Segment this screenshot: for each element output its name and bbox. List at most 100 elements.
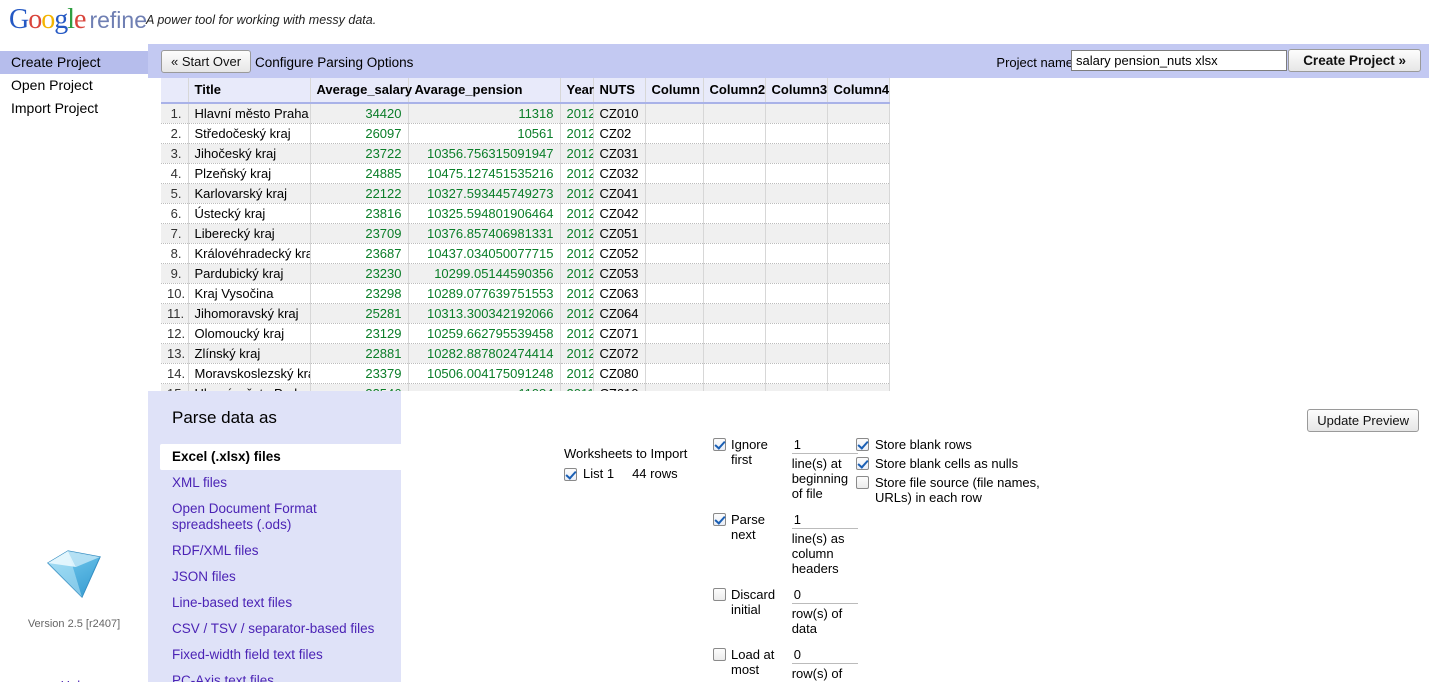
table-row[interactable]: 15.Hlavní město Praha33546110842011CZ010 bbox=[161, 383, 890, 391]
load-at-most-block: Load at most row(s) of data bbox=[713, 647, 858, 686]
table-row[interactable]: 2. Středočeský kraj 26097 10561 2012 CZ02 bbox=[161, 123, 890, 144]
cell-column2 bbox=[703, 183, 766, 204]
parse-format-excel-xlsx-files[interactable]: Excel (.xlsx) files bbox=[160, 444, 401, 470]
preview-table-container: Title Average_salary Avarage_pension Year NU… bbox=[148, 78, 1429, 391]
store-blank-rows-checkbox[interactable] bbox=[856, 438, 869, 451]
cell-year: 2012 bbox=[560, 103, 594, 124]
cell-year: 2012 bbox=[560, 323, 594, 344]
table-row[interactable]: 4. Plzeňský kraj 24885 10475.127451535216 20… bbox=[161, 163, 890, 184]
cell-column4 bbox=[827, 103, 890, 124]
update-preview-button[interactable]: Update Preview bbox=[1307, 409, 1419, 432]
worksheet-row: List 1 44 rows bbox=[564, 466, 714, 481]
toolbar: « Start Over Configure Parsing Options P… bbox=[148, 44, 1429, 78]
table-row[interactable]: 6. Ústecký kraj 23816 10325.594801906464 201… bbox=[161, 203, 890, 224]
tab-configure-parsing-options[interactable]: Configure Parsing Options bbox=[255, 55, 413, 70]
cell-year: 2012 bbox=[560, 363, 594, 384]
parse-next-hint: line(s) as column headers bbox=[791, 531, 845, 576]
store-blank-cells-checkbox[interactable] bbox=[856, 457, 869, 470]
cell-column bbox=[645, 143, 704, 164]
table-row[interactable]: 9. Pardubický kraj 23230 10299.05144590356 2… bbox=[161, 263, 890, 284]
cell-column2 bbox=[703, 323, 766, 344]
table-header-column4[interactable]: Column4 bbox=[827, 78, 890, 104]
ignore-first-input[interactable] bbox=[791, 437, 858, 454]
start-over-button[interactable]: « Start Over bbox=[161, 50, 252, 73]
store-blank-rows-row: Store blank rows bbox=[856, 437, 1106, 452]
table-header-index[interactable] bbox=[161, 78, 189, 104]
ignore-first-checkbox[interactable] bbox=[713, 438, 726, 451]
cell-column bbox=[645, 283, 704, 304]
table-row[interactable]: 8. Královéhradecký kraj 23687 10437.0340500… bbox=[161, 243, 890, 264]
parse-format-fixed-width-field-text-files[interactable]: Fixed-width field text files bbox=[160, 642, 401, 668]
cell-nuts: CZ064 bbox=[593, 303, 646, 324]
parse-data-as-title: Parse data as bbox=[172, 408, 277, 427]
table-row[interactable]: 12. Olomoucký kraj 23129 10259.662795539458… bbox=[161, 323, 890, 344]
cell-column2 bbox=[703, 283, 766, 304]
load-at-most-checkbox[interactable] bbox=[713, 648, 726, 661]
cell-column2 bbox=[703, 363, 766, 384]
table-header-title[interactable]: Title bbox=[188, 78, 311, 104]
row-index: 13. bbox=[161, 343, 189, 364]
cell-avarage-pension: 10313.300342192066 bbox=[408, 303, 561, 324]
parse-next-input[interactable] bbox=[791, 512, 858, 529]
cell-nuts: CZ010 bbox=[593, 383, 646, 391]
cell-column2 bbox=[703, 243, 766, 264]
worksheet-row-count: 44 rows bbox=[632, 466, 678, 481]
parse-next-block: Parse next line(s) as column headers bbox=[713, 512, 858, 576]
parse-next-checkbox[interactable] bbox=[713, 513, 726, 526]
google-refine-logo[interactable]: Google refine bbox=[9, 6, 147, 34]
discard-initial-input[interactable] bbox=[791, 587, 858, 604]
table-header-column[interactable]: Column bbox=[645, 78, 704, 104]
parse-format-json-files[interactable]: JSON files bbox=[160, 564, 401, 590]
table-row[interactable]: 14. Moravskoslezský kraj 23379 10506.004175… bbox=[161, 363, 890, 384]
cell-nuts: CZ080 bbox=[593, 363, 646, 384]
cell-title: Jihomoravský kraj bbox=[188, 303, 311, 324]
sidebar-item-import-project[interactable]: Import Project bbox=[0, 97, 148, 120]
row-index: 2. bbox=[161, 123, 189, 144]
table-row[interactable]: 11. Jihomoravský kraj 25281 10313.300342192… bbox=[161, 303, 890, 324]
cell-title: Moravskoslezský kraj bbox=[188, 363, 311, 384]
load-at-most-label: Load at most bbox=[731, 647, 775, 677]
table-header-column2[interactable]: Column2 bbox=[703, 78, 766, 104]
parse-format-rdf-xml-files[interactable]: RDF/XML files bbox=[160, 538, 401, 564]
cell-avarage-pension: 11084 bbox=[408, 383, 561, 391]
load-at-most-input[interactable] bbox=[791, 647, 858, 664]
parse-format-line-based-text-files[interactable]: Line-based text files bbox=[160, 590, 401, 616]
table-row[interactable]: 3. Jihočeský kraj 23722 10356.756315091947 2… bbox=[161, 143, 890, 164]
worksheets-title: Worksheets to Import bbox=[564, 446, 688, 461]
parse-format-xml-files[interactable]: XML files bbox=[160, 470, 401, 496]
sidebar-item-create-project[interactable]: Create Project bbox=[0, 51, 148, 74]
cell-title: Jihočeský kraj bbox=[188, 143, 311, 164]
cell-average-salary: 33546 bbox=[310, 383, 409, 391]
cell-column2 bbox=[703, 123, 766, 144]
table-row[interactable]: 1. Hlavní město Praha 34420 11318 2012 CZ010 bbox=[161, 103, 890, 124]
ignore-first-block: Ignore first line(s) at beginning of fil… bbox=[713, 437, 858, 501]
cell-column3 bbox=[765, 163, 828, 184]
table-header-avarage_pension[interactable]: Avarage_pension bbox=[408, 78, 561, 104]
cell-column bbox=[645, 203, 704, 224]
table-row[interactable]: 10. Kraj Vysočina 23298 10289.077639751553 2… bbox=[161, 283, 890, 304]
table-row[interactable]: 13. Zlínský kraj 22881 10282.887802474414 20… bbox=[161, 343, 890, 364]
table-row[interactable]: 5. Karlovarský kraj 22122 10327.59344574927… bbox=[161, 183, 890, 204]
table-header-nuts[interactable]: NUTS bbox=[593, 78, 646, 104]
cell-column bbox=[645, 303, 704, 324]
discard-initial-checkbox[interactable] bbox=[713, 588, 726, 601]
create-project-button[interactable]: Create Project » bbox=[1288, 49, 1421, 72]
store-file-source-checkbox[interactable] bbox=[856, 476, 869, 489]
sidebar-item-label: Create Project bbox=[11, 54, 101, 70]
preview-table: Title Average_salary Avarage_pension Year NU… bbox=[161, 78, 890, 391]
cell-column2 bbox=[703, 383, 766, 391]
parsing-options-panel: Parse data as Excel (.xlsx) files XML fil… bbox=[148, 391, 1429, 686]
cell-year: 2012 bbox=[560, 183, 594, 204]
parse-format-csv-tsv-separator-based-files[interactable]: CSV / TSV / separator-based files bbox=[160, 616, 401, 642]
sidebar-item-open-project[interactable]: Open Project bbox=[0, 74, 148, 97]
parse-format-open-document-format-spreadsheets-ods[interactable]: Open Document Format spreadsheets (.ods) bbox=[160, 496, 401, 538]
cell-title: Středočeský kraj bbox=[188, 123, 311, 144]
row-index: 5. bbox=[161, 183, 189, 204]
table-row[interactable]: 7. Liberecký kraj 23709 10376.857406981331 2… bbox=[161, 223, 890, 244]
project-name-input[interactable] bbox=[1071, 50, 1287, 71]
cell-year: 2012 bbox=[560, 283, 594, 304]
worksheet-checkbox[interactable] bbox=[564, 467, 577, 481]
table-header-year[interactable]: Year bbox=[560, 78, 594, 104]
table-header-column3[interactable]: Column3 bbox=[765, 78, 828, 104]
table-header-average_salary[interactable]: Average_salary bbox=[310, 78, 412, 104]
